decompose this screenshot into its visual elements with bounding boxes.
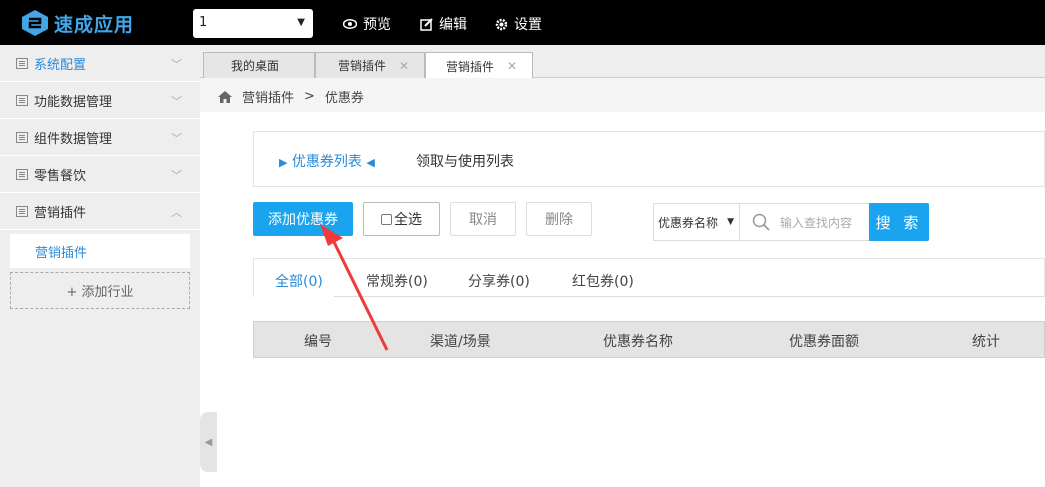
breadcrumb-current: 优惠券 [324,91,364,106]
checkbox[interactable] [381,213,392,225]
sidebar-item-label: 系统配置 [34,57,87,73]
column-header-coupon-name[interactable]: 优惠券名称 [603,331,673,351]
tab-label: 营销插件 [446,59,495,74]
sidebar-item-retail[interactable]: 零售餐饮 ﹀ [0,156,200,193]
edit-label: 编辑 [439,17,467,33]
search-type-value: 优惠券名称 [658,215,719,230]
search-button-label: 搜 索 [875,213,923,232]
select-all-button[interactable]: 全选 [363,202,440,236]
delete-button[interactable]: 删除 [526,202,592,236]
search-placeholder: 输入查找内容 [780,215,853,230]
chevron-up-icon: ︿ [171,206,182,219]
filter-red-packet[interactable]: 红包券(0) [572,271,634,291]
column-header-stats[interactable]: 统计 [972,331,1000,351]
filter-label: 常规券(0) [366,274,428,290]
column-header-channel[interactable]: 渠道/场景 [430,331,491,351]
app-logo[interactable]: 速成应用 [20,9,134,37]
breadcrumb-parent[interactable]: 营销插件 [242,87,294,106]
app-name: 速成应用 [54,13,135,36]
list-icon [16,94,28,106]
breadcrumb-separator: > [304,89,315,104]
list-icon [16,205,28,217]
sidebar-item-label: 零售餐饮 [34,168,87,184]
close-icon[interactable]: ✕ [399,59,409,73]
gear-icon [495,18,508,30]
sidebar-subitem-label: 营销插件 [35,245,88,261]
add-coupon-label: 添加优惠券 [268,212,338,228]
tab-label: 营销插件 [338,59,387,73]
edit-icon [420,17,433,31]
tab-claim-usage-list[interactable]: 领取与使用列表 [416,151,514,171]
preview-button[interactable]: 预览 [343,14,391,34]
close-icon[interactable]: ✕ [507,59,517,73]
search-icon [752,213,770,231]
triangle-left-icon: ◀ [366,156,375,169]
tab-claim-usage-label: 领取与使用列表 [416,154,514,170]
tab-bar: 我的桌面 营销插件 ✕ 营销插件 ✕ [200,45,1045,79]
top-bar: 速成应用 1 ▼ 预览 编辑 设置 [0,0,1045,45]
sidebar-item-label: 功能数据管理 [34,94,113,110]
search-input[interactable]: 输入查找内容 [740,204,869,240]
edit-button[interactable]: 编辑 [420,14,467,34]
app-select[interactable]: 1 ▼ [193,9,313,38]
filter-regular[interactable]: 常规券(0) [366,271,428,291]
eye-icon [343,19,357,29]
sidebar-item-label: 组件数据管理 [34,131,113,147]
delete-label: 删除 [545,212,573,228]
filter-all[interactable]: 全部(0) [275,271,323,291]
breadcrumb: 营销插件 > 优惠券 [218,87,364,106]
sidebar-item-label: 营销插件 [34,205,87,221]
tab-label: 我的桌面 [231,59,280,73]
select-all-label: 全选 [394,212,422,228]
app-select-value: 1 [199,15,208,30]
settings-button[interactable]: 设置 [495,14,542,34]
tab-my-desktop[interactable]: 我的桌面 [203,52,315,78]
chevron-down-icon: ﹀ [171,169,182,182]
table-header: 编号 渠道/场景 优惠券名称 优惠券面额 统计 [253,321,1045,358]
active-filter-indicator [254,296,334,298]
caret-down-icon: ▼ [727,217,734,227]
filter-label: 分享券(0) [468,274,530,290]
list-icon [16,131,28,143]
preview-label: 预览 [363,17,391,33]
cancel-label: 取消 [469,212,497,228]
chevron-down-icon: ﹀ [171,58,182,71]
list-icon [16,168,28,180]
sidebar-subitem-marketing-plugin[interactable]: 营销插件 [10,234,190,268]
search-type-select[interactable]: 优惠券名称 ▼ [654,204,740,240]
home-icon [218,90,232,103]
sidebar: 系统配置 ﹀ 功能数据管理 ﹀ 组件数据管理 ﹀ 零售餐饮 ﹀ 营销插件 ︿ 营… [0,45,200,487]
tab-marketing-plugin-2[interactable]: 营销插件 ✕ [425,52,533,79]
coupon-type-filter: 全部(0) 常规券(0) 分享券(0) 红包券(0) [253,258,1045,298]
logo-icon [22,10,48,36]
caret-left-icon: ◀ [204,436,213,448]
add-industry-label: + 添加行业 [66,285,134,300]
filter-label: 全部(0) [275,274,323,290]
add-industry-button[interactable]: + 添加行业 [10,272,190,309]
sidebar-item-component-data[interactable]: 组件数据管理 ﹀ [0,119,200,156]
sidebar-item-marketing[interactable]: 营销插件 ︿ [0,193,200,230]
search-group: 优惠券名称 ▼ 输入查找内容 搜 索 [653,203,929,241]
cancel-button[interactable]: 取消 [450,202,516,236]
sidebar-item-system-config[interactable]: 系统配置 ﹀ [0,45,200,82]
sidebar-item-function-data[interactable]: 功能数据管理 ﹀ [0,82,200,119]
filter-share[interactable]: 分享券(0) [468,271,530,291]
tab-marketing-plugin-1[interactable]: 营销插件 ✕ [315,52,425,78]
filter-label: 红包券(0) [572,274,634,290]
settings-label: 设置 [514,17,542,33]
caret-down-icon: ▼ [297,17,305,28]
sidebar-collapse-handle[interactable]: ◀ [200,412,217,472]
tab-coupon-list-label: 优惠券列表 [291,154,362,170]
list-icon [16,57,28,69]
search-button[interactable]: 搜 索 [869,203,929,241]
chevron-down-icon: ﹀ [171,132,182,145]
tab-coupon-list[interactable]: ▶ 优惠券列表 ◀ [279,151,375,171]
chevron-down-icon: ﹀ [171,95,182,108]
column-header-coupon-value[interactable]: 优惠券面额 [789,331,859,351]
triangle-right-icon: ▶ [279,156,288,169]
column-header-id[interactable]: 编号 [304,331,332,351]
coupon-tabs: ▶ 优惠券列表 ◀ 领取与使用列表 [253,131,1045,187]
add-coupon-button[interactable]: 添加优惠券 [253,202,353,236]
